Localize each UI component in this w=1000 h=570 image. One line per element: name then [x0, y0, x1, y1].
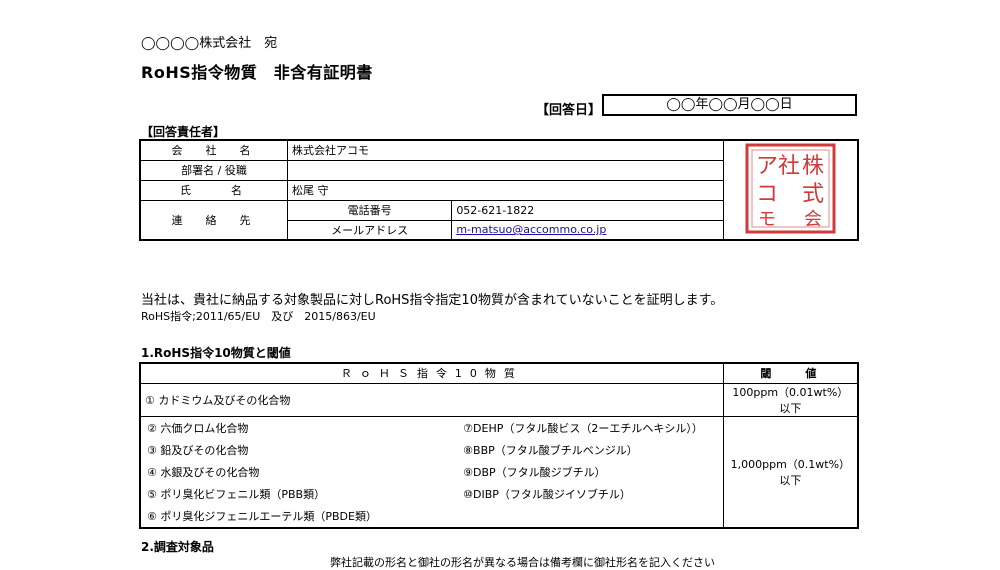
threshold-row-1: 100ppm（0.01wt%）以下: [722, 382, 859, 417]
responder-section-title: 【回答責任者】: [141, 125, 226, 139]
phone-value[interactable]: 052-621-1822: [451, 199, 724, 221]
substance-item: ⑧BBP（フタル酸ブチルベンジル）: [463, 443, 638, 457]
seal-stamp-icon: 株 式 会 社 ア コ モ: [743, 141, 838, 236]
substance-item: ⑤ ポリ臭化ビフェニル類（PBB類）: [147, 487, 326, 501]
substance-item: ⑥ ポリ臭化ジフェニルエーテル類（PBDE類）: [147, 509, 377, 523]
department-value[interactable]: [287, 159, 724, 181]
substance-item: [457, 505, 723, 527]
company-label: 会 社 名: [139, 139, 289, 161]
name-label: 氏 名: [139, 179, 289, 201]
substance-item: ⑦DEHP（フタル酸ビス（2ーエチルヘキシル））: [463, 421, 703, 435]
svg-text:コ: コ: [756, 182, 778, 207]
substance-group: ② 六価クロム化合物 ⑦DEHP（フタル酸ビス（2ーエチルヘキシル）） ③ 鉛及…: [139, 415, 724, 528]
threshold-group: 1,000ppm（0.1wt%）以下: [722, 415, 859, 528]
substance-item: ④ 水銀及びその化合物: [147, 465, 260, 479]
department-label: 部署名 / 役職: [139, 159, 289, 181]
phone-label: 電話番号: [287, 199, 453, 221]
section2-note: 弊社記載の形名と御社の形名が異なる場合は備考欄に御社形名を記入ください: [330, 556, 715, 569]
responder-table: 会 社 名 株式会社アコモ 株 式 会 社 ア コ モ 部署名 / 役職 氏 名…: [139, 139, 859, 241]
company-value[interactable]: 株式会社アコモ: [287, 139, 724, 161]
contact-label: 連 絡 先: [139, 199, 289, 241]
substance-item: ② 六価クロム化合物: [147, 421, 249, 435]
substance-item: ⑨DBP（フタル酸ジブチル）: [463, 465, 606, 479]
company-seal: 株 式 会 社 ア コ モ: [722, 139, 859, 241]
email-link[interactable]: m-matsuo@accommo.co.jp: [456, 223, 606, 236]
svg-text:株: 株: [802, 154, 824, 179]
section2-title: 2.調査対象品: [141, 540, 214, 554]
email-label: メールアドレス: [287, 219, 453, 241]
substance-item: ⑩DIBP（フタル酸ジイソブチル）: [463, 487, 631, 501]
threshold-header: 閾 値: [722, 362, 859, 384]
certification-statement: 当社は、貴社に納品する対象製品に対しRoHS指令指定10物質が含まれていないこと…: [141, 293, 724, 308]
answer-date-field[interactable]: ◯◯年◯◯月◯◯日: [602, 94, 857, 116]
name-value[interactable]: 松尾 守: [287, 179, 724, 201]
directive-reference: RoHS指令;2011/65/EU 及び 2015/863/EU: [141, 310, 376, 323]
svg-text:式: 式: [802, 182, 824, 207]
substance-row-1: ① カドミウム及びその化合物: [139, 382, 724, 417]
substance-item: ③ 鉛及びその化合物: [147, 443, 249, 457]
svg-text:社: 社: [778, 154, 800, 179]
substances-table: ＲｏＨＳ指令10物質 閾 値 ① カドミウム及びその化合物 100ppm（0.0…: [139, 362, 859, 529]
svg-text:ア: ア: [756, 154, 778, 179]
substances-header: ＲｏＨＳ指令10物質: [139, 362, 724, 384]
svg-text:モ: モ: [758, 209, 776, 230]
email-value[interactable]: m-matsuo@accommo.co.jp: [451, 219, 724, 241]
svg-text:会: 会: [804, 209, 822, 230]
addressee: ◯◯◯◯株式会社 宛: [141, 36, 278, 51]
section1-title: 1.RoHS指令10物質と閾値: [141, 346, 291, 360]
document-title: RoHS指令物質 非含有証明書: [141, 63, 373, 82]
answer-date-label: 【回答日】: [536, 103, 602, 118]
